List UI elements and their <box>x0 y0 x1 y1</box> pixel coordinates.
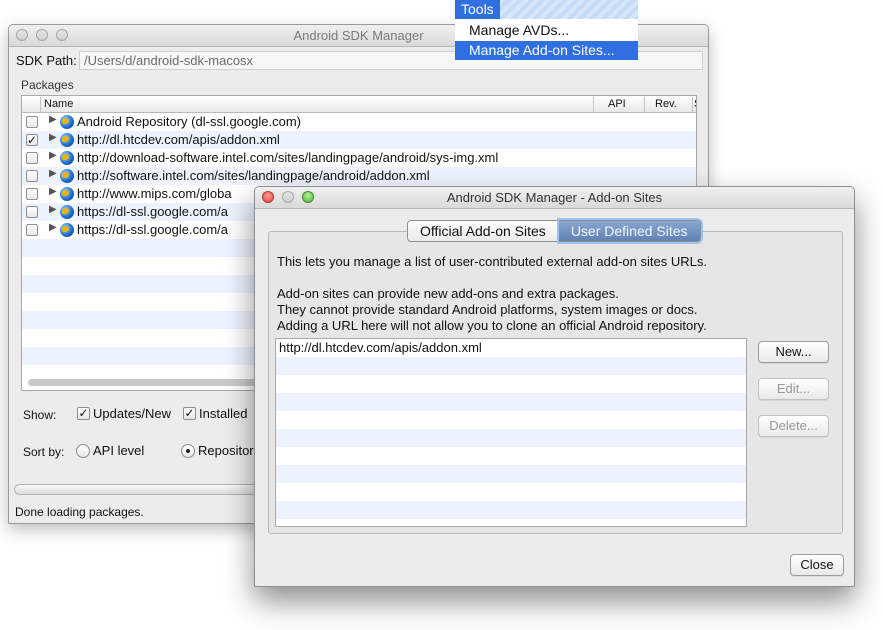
new-site-button[interactable]: New... <box>758 341 829 363</box>
sort-repository-radio[interactable]: Repositor <box>181 443 254 458</box>
column-rev[interactable]: Rev. <box>655 98 677 110</box>
column-name[interactable]: Name <box>44 98 73 110</box>
sort-repository-label: Repositor <box>198 443 254 458</box>
radio-button[interactable] <box>76 443 90 458</box>
row-checkbox[interactable]: ✓ <box>26 134 38 146</box>
table-row[interactable]: ▶ http://software.intel.com/sites/landin… <box>22 167 696 185</box>
column-separator <box>644 97 645 112</box>
dialog-titlebar[interactable]: Android SDK Manager - Add-on Sites <box>255 187 854 209</box>
row-checkbox[interactable] <box>26 170 38 182</box>
user-sites-list[interactable]: http://dl.htcdev.com/apis/addon.xml <box>275 338 747 527</box>
empty-row <box>276 519 746 526</box>
disclosure-triangle-icon[interactable]: ▶ <box>49 222 57 233</box>
tools-menu[interactable]: Tools <box>455 0 500 19</box>
disclosure-triangle-icon[interactable]: ▶ <box>49 168 57 179</box>
menu-item-manage-addon-sites[interactable]: Manage Add-on Sites... <box>455 41 638 60</box>
column-separator <box>692 97 693 112</box>
globe-icon <box>60 133 74 147</box>
status-text: Done loading packages. <box>15 505 144 519</box>
empty-row <box>276 411 746 429</box>
list-item[interactable]: http://dl.htcdev.com/apis/addon.xml <box>276 339 746 357</box>
empty-row <box>276 429 746 447</box>
row-label: http://download-software.intel.com/sites… <box>77 150 499 165</box>
menu-bar: Tools <box>455 0 638 19</box>
description-line: They cannot provide standard Android pla… <box>277 302 698 317</box>
addon-sites-dialog: Android SDK Manager - Add-on Sites Offic… <box>254 186 855 587</box>
installed-label: Installed <box>199 406 248 421</box>
disclosure-triangle-icon[interactable]: ▶ <box>49 150 57 161</box>
sort-api-radio[interactable]: API level <box>76 443 144 458</box>
empty-row <box>276 465 746 483</box>
row-checkbox[interactable] <box>26 188 38 200</box>
row-label: http://www.mips.com/globa <box>77 186 232 201</box>
column-api[interactable]: API <box>608 98 626 110</box>
main-window-title: Android SDK Manager <box>293 28 424 43</box>
installed-checkbox[interactable]: ✓ Installed <box>183 406 247 421</box>
tab-user-defined-sites[interactable]: User Defined Sites <box>558 220 701 242</box>
column-status[interactable]: S <box>694 98 696 110</box>
table-row[interactable]: ▶ http://download-software.intel.com/sit… <box>22 149 696 167</box>
table-row[interactable]: ✓ ▶ http://dl.htcdev.com/apis/addon.xml <box>22 131 696 149</box>
close-button[interactable]: Close <box>790 554 844 576</box>
empty-row <box>276 393 746 411</box>
menu-item-manage-avds[interactable]: Manage AVDs... <box>455 21 638 40</box>
globe-icon <box>60 151 74 165</box>
tools-dropdown: Manage AVDs... Manage Add-on Sites... <box>455 19 638 60</box>
radio-button-selected[interactable] <box>181 443 195 458</box>
zoom-window-icon[interactable] <box>56 29 68 41</box>
globe-icon <box>60 169 74 183</box>
delete-site-button[interactable]: Delete... <box>758 415 829 437</box>
row-checkbox[interactable] <box>26 152 38 164</box>
packages-table-header: Name API Rev. S <box>22 96 696 113</box>
checkbox-box[interactable]: ✓ <box>183 407 196 420</box>
edit-site-button[interactable]: Edit... <box>758 378 829 400</box>
updates-new-checkbox[interactable]: ✓ Updates/New <box>77 406 171 421</box>
updates-new-label: Updates/New <box>93 406 172 421</box>
empty-row <box>276 483 746 501</box>
globe-icon <box>60 115 74 129</box>
sort-by-label: Sort by: <box>23 445 65 459</box>
description-line: Adding a URL here will not allow you to … <box>277 318 707 333</box>
show-label: Show: <box>23 408 57 422</box>
sort-api-label: API level <box>93 443 145 458</box>
window-controls <box>262 191 314 203</box>
checkbox-box[interactable]: ✓ <box>77 407 90 420</box>
minimize-window-icon[interactable] <box>36 29 48 41</box>
disclosure-triangle-icon[interactable]: ▶ <box>49 204 57 215</box>
empty-row <box>276 357 746 375</box>
row-checkbox[interactable] <box>26 116 38 128</box>
globe-icon <box>60 223 74 237</box>
sdk-path-label: SDK Path: <box>16 53 77 68</box>
globe-icon <box>60 187 74 201</box>
row-label: https://dl-ssl.google.com/a <box>77 204 229 219</box>
row-checkbox[interactable] <box>26 206 38 218</box>
zoom-window-icon[interactable] <box>302 191 314 203</box>
column-separator <box>593 97 594 112</box>
packages-label: Packages <box>21 78 74 92</box>
disclosure-triangle-icon[interactable]: ▶ <box>49 186 57 197</box>
globe-icon <box>60 205 74 219</box>
dialog-title: Android SDK Manager - Add-on Sites <box>446 190 663 205</box>
row-label: https://dl-ssl.google.com/a <box>77 222 229 237</box>
row-checkbox[interactable] <box>26 224 38 236</box>
disclosure-triangle-icon[interactable]: ▶ <box>49 132 57 143</box>
close-window-icon[interactable] <box>262 191 274 203</box>
description-line: This lets you manage a list of user-cont… <box>277 254 707 269</box>
description-line: Add-on sites can provide new add-ons and… <box>277 286 619 301</box>
empty-row <box>276 447 746 465</box>
empty-row <box>276 375 746 393</box>
minimize-window-icon[interactable] <box>282 191 294 203</box>
disclosure-triangle-icon[interactable]: ▶ <box>49 114 57 125</box>
row-label: Android Repository (dl-ssl.google.com) <box>77 114 301 129</box>
tab-official-addon-sites[interactable]: Official Add-on Sites <box>407 220 559 242</box>
tab-bar: Official Add-on Sites User Defined Sites <box>407 220 701 242</box>
window-controls <box>16 29 68 41</box>
column-separator <box>40 97 41 112</box>
close-window-icon[interactable] <box>16 29 28 41</box>
row-label: http://dl.htcdev.com/apis/addon.xml <box>77 132 280 147</box>
table-row[interactable]: ▶ Android Repository (dl-ssl.google.com) <box>22 113 696 131</box>
row-label: http://software.intel.com/sites/landingp… <box>77 168 430 183</box>
empty-row <box>276 501 746 519</box>
